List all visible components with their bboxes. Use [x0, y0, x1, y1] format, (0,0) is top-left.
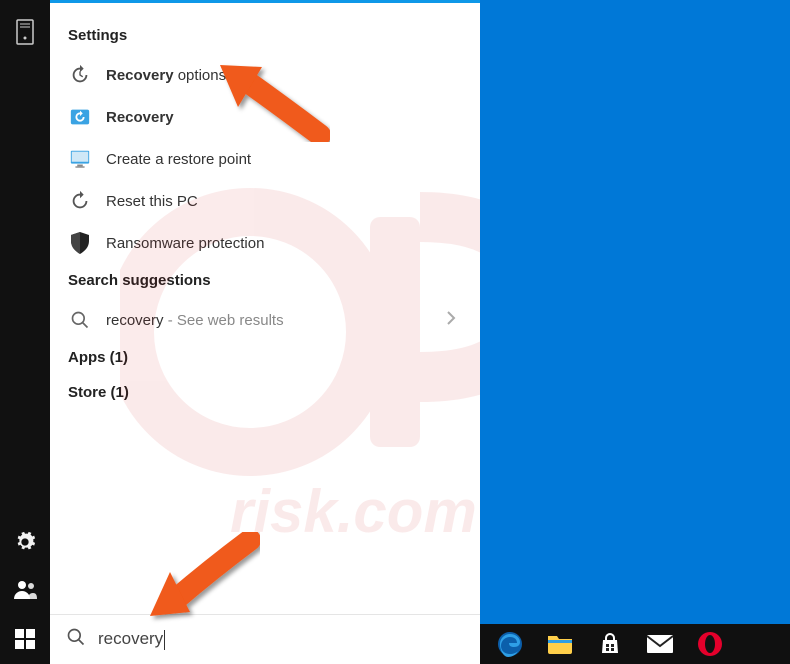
- start-search-panel: Settings Recovery options Recovery Creat…: [50, 0, 480, 664]
- section-suggestions: Search suggestions: [50, 264, 480, 299]
- suggestion-web[interactable]: recovery - See web results: [50, 299, 480, 341]
- desktop[interactable]: [480, 0, 790, 664]
- monitor-icon: [68, 147, 92, 171]
- windows-start-icon[interactable]: [0, 614, 50, 664]
- history-icon: [68, 63, 92, 87]
- result-ransomware[interactable]: Ransomware protection: [50, 222, 480, 264]
- result-label: Ransomware protection: [106, 235, 264, 252]
- mail-icon[interactable]: [636, 624, 684, 664]
- search-icon: [66, 627, 86, 652]
- left-rail: [0, 0, 50, 664]
- suggestion-label: recovery - See web results: [106, 312, 284, 329]
- people-icon[interactable]: [0, 566, 50, 614]
- section-settings: Settings: [50, 19, 480, 54]
- result-label: Reset this PC: [106, 193, 198, 210]
- result-label: Create a restore point: [106, 151, 251, 168]
- result-recovery[interactable]: Recovery: [50, 96, 480, 138]
- shield-icon: [68, 231, 92, 255]
- recovery-icon: [68, 105, 92, 129]
- result-restore-point[interactable]: Create a restore point: [50, 138, 480, 180]
- gear-icon[interactable]: [0, 518, 50, 566]
- edge-icon[interactable]: [486, 624, 534, 664]
- store-icon[interactable]: [586, 624, 634, 664]
- file-explorer-icon[interactable]: [536, 624, 584, 664]
- computer-tower-icon[interactable]: [0, 8, 50, 56]
- result-label: Recovery: [106, 109, 174, 126]
- section-store[interactable]: Store (1): [50, 376, 480, 411]
- result-label: Recovery options: [106, 67, 226, 84]
- opera-icon[interactable]: [686, 624, 734, 664]
- result-recovery-options[interactable]: Recovery options: [50, 54, 480, 96]
- section-apps[interactable]: Apps (1): [50, 341, 480, 376]
- search-box[interactable]: recovery: [50, 614, 480, 664]
- result-reset-pc[interactable]: Reset this PC: [50, 180, 480, 222]
- taskbar: [480, 624, 790, 664]
- search-icon: [68, 308, 92, 332]
- search-input[interactable]: recovery: [98, 629, 464, 650]
- reset-icon: [68, 189, 92, 213]
- chevron-right-icon: [446, 310, 462, 331]
